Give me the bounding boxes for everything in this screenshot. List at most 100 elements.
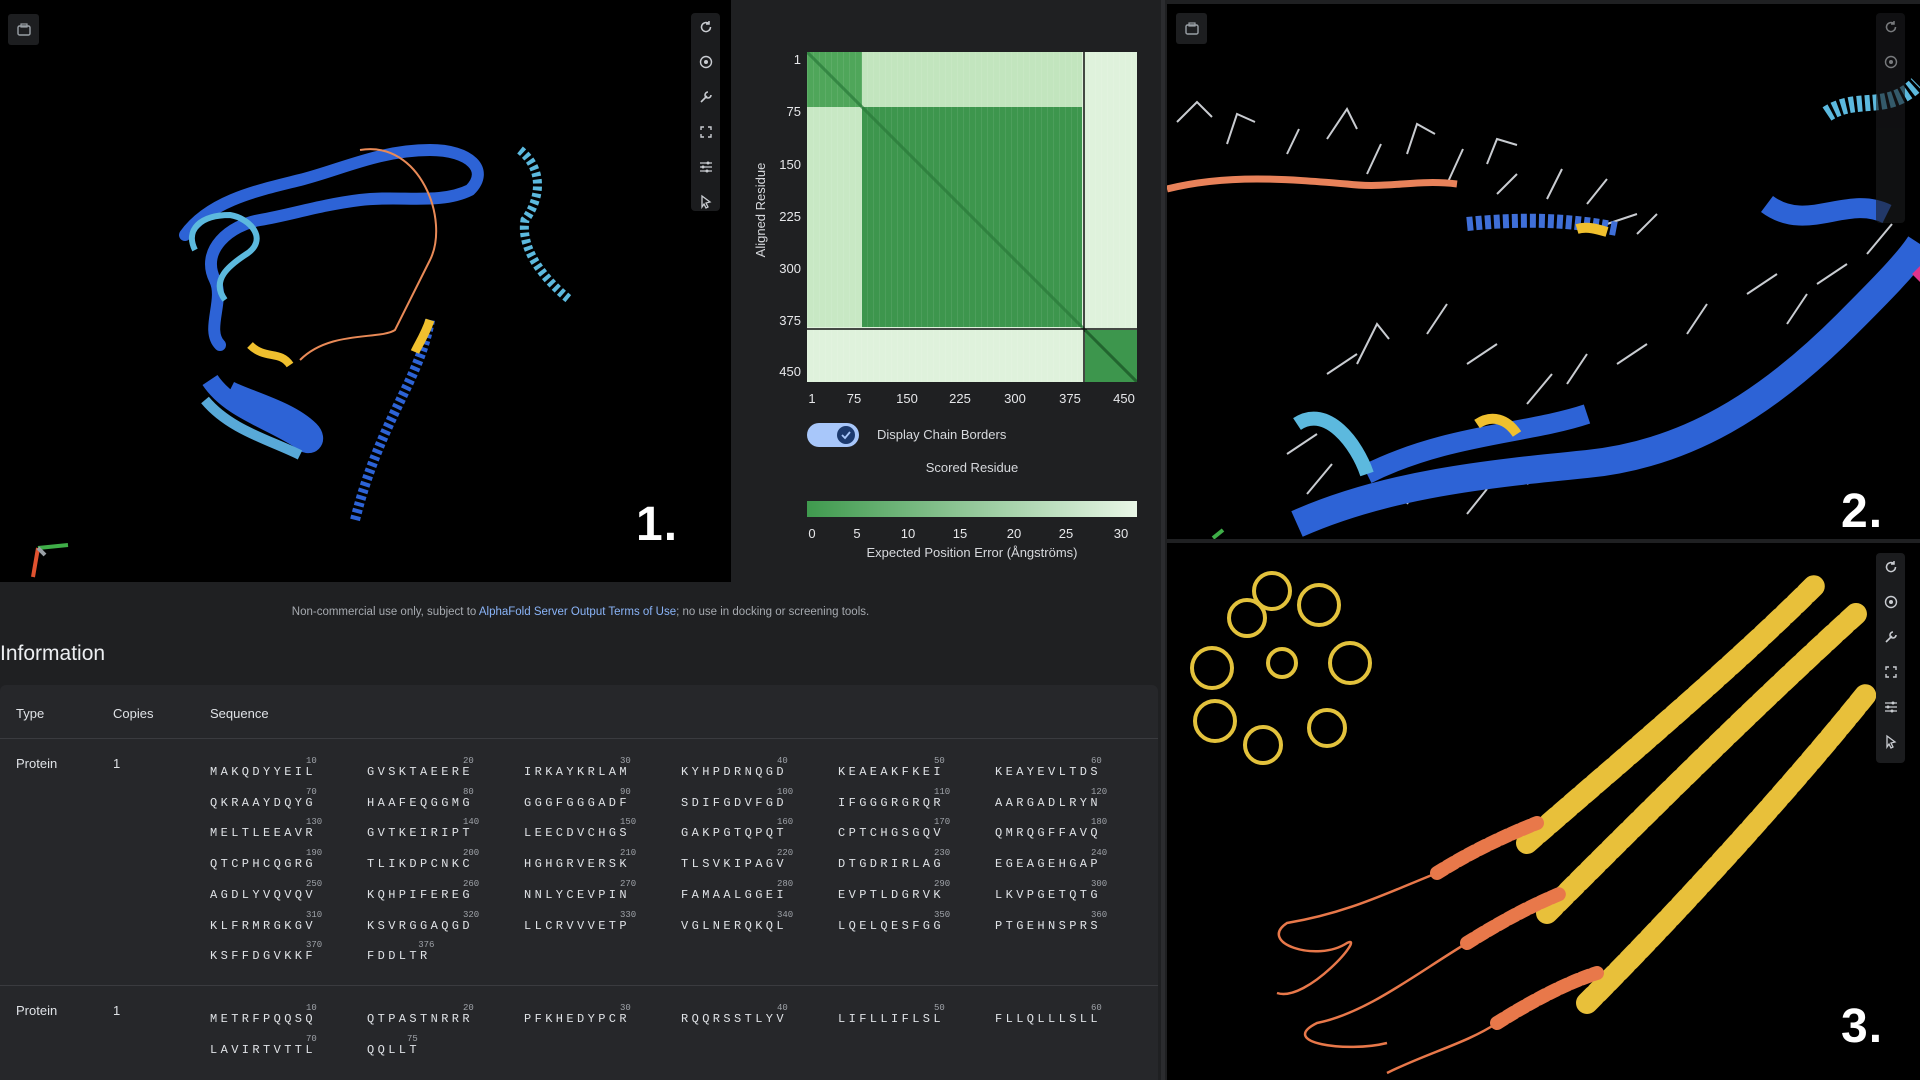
toggle-knob xyxy=(837,426,855,444)
pae-x-axis-title: Scored Residue xyxy=(925,460,1019,475)
residue-sequence: FLLQLLLSLL xyxy=(995,1012,1102,1026)
residue-sequence: QKRAAYDQYG xyxy=(210,795,317,810)
sequence-chunk: 110 IFGGGRGRQR xyxy=(838,787,978,815)
residue-sequence: LEECDVCHGS xyxy=(524,826,631,841)
pae-x-tick: 1 xyxy=(808,391,816,406)
reset-view-icon xyxy=(700,21,711,33)
legend-tick: 30 xyxy=(1113,526,1129,541)
measure-button-3[interactable] xyxy=(1876,623,1905,651)
settings-button-3[interactable] xyxy=(1876,693,1905,721)
residue-sequence: TLSVKIPAGV xyxy=(681,857,788,872)
col-sequence: Sequence xyxy=(210,706,269,721)
structure-viewer-1[interactable]: 1. xyxy=(0,0,731,582)
sequence-chunk: 290 EVPTLDGRVK xyxy=(838,879,978,907)
pae-y-tick: 225 xyxy=(779,209,801,224)
residue-sequence: VGLNERQKQL xyxy=(681,918,788,933)
residue-sequence: HGHGRVERSK xyxy=(524,857,631,872)
yellow-helix xyxy=(247,341,294,368)
measure-button[interactable] xyxy=(691,83,720,111)
disordered-tails xyxy=(1276,871,1498,1075)
residue-sequence: TLIKDPCNKC xyxy=(367,857,474,872)
focus-icon xyxy=(1884,595,1897,609)
sequence-chunk: 60 FLLQLLLSLL xyxy=(995,1003,1135,1031)
structure-viewer-3[interactable]: 3. xyxy=(1167,543,1920,1080)
sequence-chunk: 350 LQELQESFGG xyxy=(838,910,978,938)
terms-link[interactable]: AlphaFold Server Output Terms of Use xyxy=(479,606,676,618)
residue-sequence: GVSKTAEERE xyxy=(367,765,474,779)
focus-button[interactable] xyxy=(691,48,720,76)
sequence-chunk: 70 LAVIRTVTTL xyxy=(210,1034,350,1062)
reset-view-button-3[interactable] xyxy=(1876,553,1905,581)
residue-sequence: KQHPIFEREG xyxy=(367,887,474,902)
sequence-chunk: 220 TLSVKIPAGV xyxy=(681,848,821,876)
pointer-icon xyxy=(700,194,711,210)
sequence-chunk: 170 CPTCHGSGQV xyxy=(838,817,978,845)
residue-sequence: IFGGGRGRQR xyxy=(838,795,945,810)
sequence-chunk: 200 TLIKDPCNKC xyxy=(367,848,507,876)
sequence-chunk: 20 GVSKTAEERE xyxy=(367,756,507,784)
sequence-chunk: 280 FAMAALGGEI xyxy=(681,879,821,907)
sequence-chunk: 320 KSVRGGAQGD xyxy=(367,910,507,938)
fullscreen-icon xyxy=(1884,666,1897,678)
sequence-table: Type Copies Sequence Protein 1 10 MAKQDYYEI… xyxy=(0,685,1158,1080)
sequence-chunk: 360 PTGEHNSPRS xyxy=(995,910,1135,938)
residue-sequence: KEAEAKFKEI xyxy=(838,765,945,779)
axes-gizmo xyxy=(31,543,69,578)
reset-view-button[interactable] xyxy=(691,13,720,41)
helix-middle-yellow xyxy=(1575,222,1609,237)
save-image-button-2[interactable] xyxy=(1176,13,1207,44)
protein-structure-render-3[interactable] xyxy=(1167,543,1920,1080)
sequence-chunk: 376 FDDLTR xyxy=(367,940,507,968)
residue-sequence: AARGADLRYN xyxy=(995,795,1102,810)
legend-tick: 10 xyxy=(900,526,916,541)
sequence-chunk: 180 QMRQGFFAVQ xyxy=(995,817,1135,845)
residue-sequence: EVPTLDGRVK xyxy=(838,887,945,902)
beta-sheet-main xyxy=(1291,236,1920,537)
focus-icon xyxy=(1884,55,1897,69)
reset-view-button-2[interactable] xyxy=(1876,13,1905,41)
residue-sequence: LKVPGETQTG xyxy=(995,887,1102,902)
table-row: Protein 1 10 MAKQDYYEIL 20 GVSKTAEERE 30 IRKAYK… xyxy=(0,738,1158,986)
sequence-chunk: 250 AGDLYVQVQV xyxy=(210,879,350,907)
sequence-chunk: 150 LEECDVCHGS xyxy=(524,817,664,845)
sequence-chunk: 40 KYHPDRNQGD xyxy=(681,756,821,784)
right-helix xyxy=(516,146,573,304)
chain-borders-label: Display Chain Borders xyxy=(877,427,1007,442)
pae-y-tick: 150 xyxy=(779,157,801,172)
sequence-chunk: 270 NNLYCEVPIN xyxy=(524,879,664,907)
select-mode-button-3[interactable] xyxy=(1876,728,1905,756)
settings-button[interactable] xyxy=(691,153,720,181)
structure-viewer-2[interactable]: 2. xyxy=(1167,4,1920,539)
fullscreen-button[interactable] xyxy=(691,118,720,146)
chain-borders-toggle[interactable] xyxy=(807,423,859,447)
pae-x-tick: 450 xyxy=(1113,391,1135,406)
focus-button-2[interactable] xyxy=(1876,48,1905,76)
residue-sequence: PTGEHNSPRS xyxy=(995,918,1102,933)
residue-sequence: QTPASTNRRR xyxy=(367,1012,474,1026)
panel-number-2: 2. xyxy=(1841,485,1884,538)
axes-gizmo-2 xyxy=(1211,528,1225,539)
select-mode-button[interactable] xyxy=(691,188,720,216)
save-icon xyxy=(16,22,31,36)
sequence-chunk: 340 VGLNERQKQL xyxy=(681,910,821,938)
sequence-chunk: 30 PFKHEDYPCR xyxy=(524,1003,664,1031)
residue-sequence: EGEAGEHGAP xyxy=(995,857,1102,872)
residue-sequence: MELTLEEAVR xyxy=(210,826,317,841)
row-type: Protein xyxy=(16,756,58,771)
residue-sequence: FAMAALGGEI xyxy=(681,887,788,902)
sequence-chunk: 230 DTGDRIRLAG xyxy=(838,848,978,876)
pae-y-tick: 300 xyxy=(779,261,801,276)
coiled-coil-helices xyxy=(1430,572,1878,1030)
fullscreen-button-3[interactable] xyxy=(1876,658,1905,686)
sequence-chunk: 80 HAAFEQGGMG xyxy=(367,787,507,815)
protein-structure-render-2[interactable] xyxy=(1167,4,1920,539)
row-copies: 1 xyxy=(113,1003,121,1018)
sequence-chunk: 50 KEAEAKFKEI xyxy=(838,756,978,784)
focus-button-3[interactable] xyxy=(1876,588,1905,616)
protein-structure-render-1[interactable] xyxy=(0,0,731,582)
row-type: Protein xyxy=(16,1003,58,1018)
sequence-chunk: 120 AARGADLRYN xyxy=(995,787,1135,815)
pae-x-tick: 75 xyxy=(846,391,862,406)
save-image-button[interactable] xyxy=(8,14,39,45)
sequence-chunk: 310 KLFRMRGKGV xyxy=(210,910,350,938)
